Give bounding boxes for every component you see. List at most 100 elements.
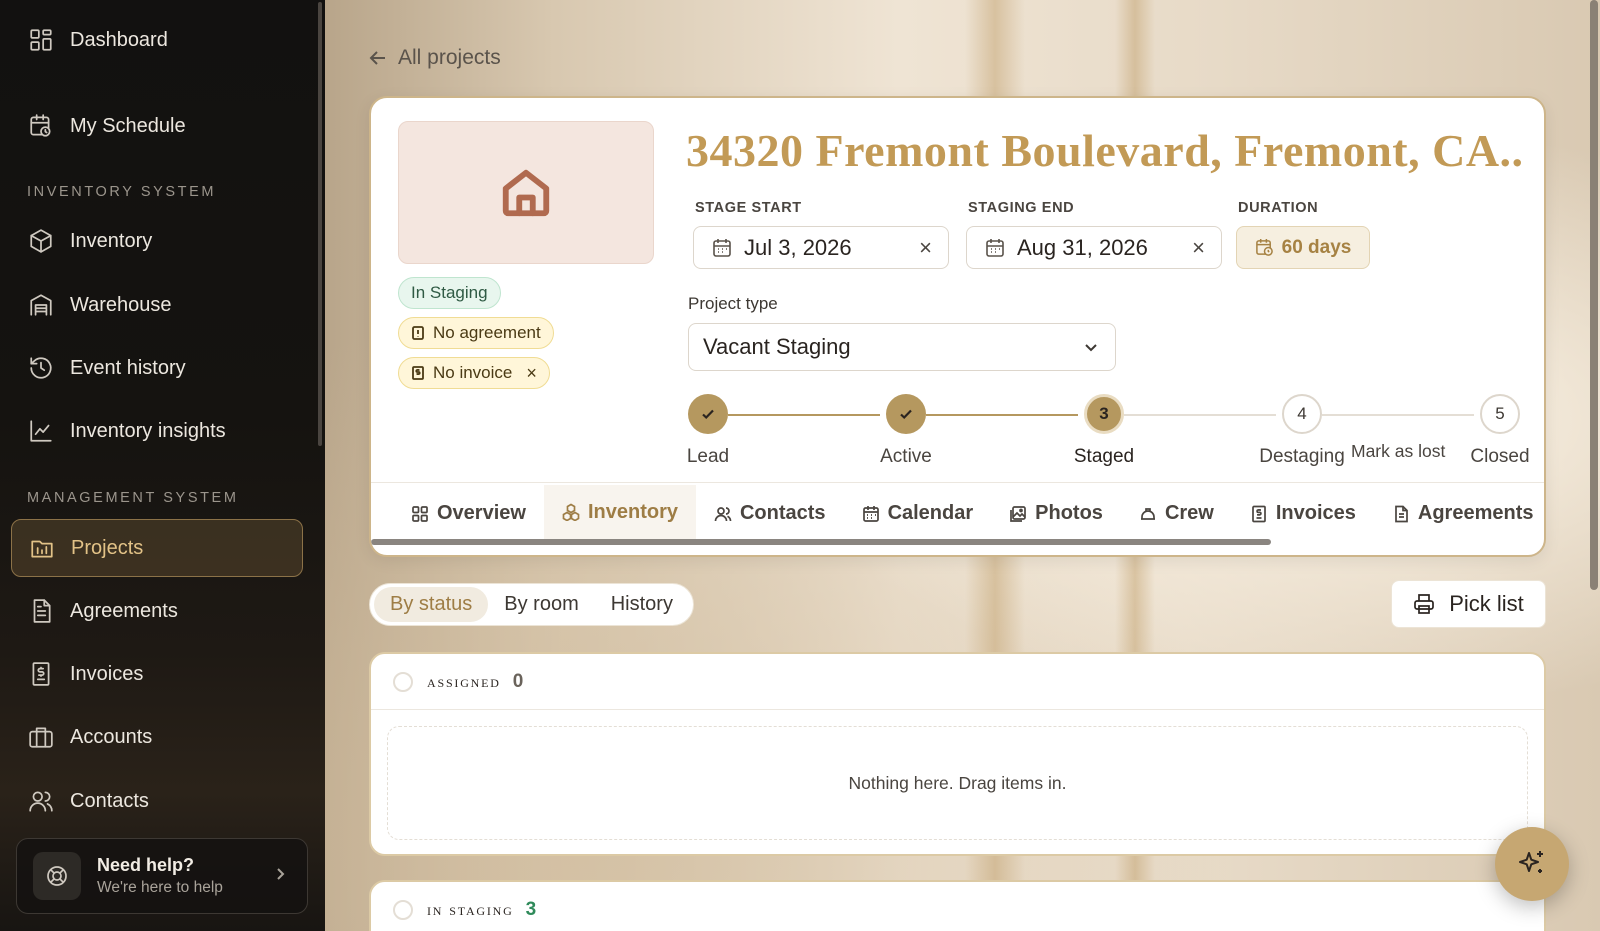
step-label-staged: Staged	[1073, 446, 1135, 467]
check-icon	[900, 409, 912, 420]
home-icon	[502, 169, 550, 216]
pick-list-label: Pick list	[1449, 591, 1524, 616]
group-count: 0	[512, 670, 524, 692]
view-toggle: By status By room History	[369, 583, 694, 626]
arrow-left-icon	[369, 51, 385, 65]
section-heading-management: MANAGEMENT SYSTEM	[27, 490, 239, 506]
tab-crew[interactable]: Crew	[1121, 485, 1232, 543]
tab-label: Inventory	[587, 500, 678, 523]
dismiss-invoice-badge-icon[interactable]: ×	[526, 363, 537, 384]
staging-end-label: STAGING END	[968, 200, 1075, 216]
calendar-clock-icon	[1255, 238, 1273, 256]
sidebar-item-event-history[interactable]: Event history	[11, 339, 303, 397]
help-title: Need help?	[97, 855, 195, 875]
project-type-select[interactable]: Vacant Staging	[688, 323, 1116, 371]
tab-label: Overview	[437, 502, 526, 524]
page-scrollbar[interactable]	[1590, 0, 1598, 590]
stage-start-label: STAGE START	[695, 200, 802, 216]
group-name: Assigned	[427, 671, 501, 691]
view-option-history[interactable]: History	[595, 587, 689, 622]
sidebar-item-label: Event history	[70, 356, 186, 379]
sidebar-item-inventory-insights[interactable]: Inventory insights	[11, 402, 303, 460]
back-link-label: All projects	[398, 46, 501, 69]
sidebar-item-label: Accounts	[70, 725, 153, 748]
tab-label: Calendar	[887, 502, 974, 524]
tabs-scrollbar[interactable]	[371, 539, 1271, 545]
calendar-icon	[986, 238, 1004, 257]
invoice-icon	[32, 662, 50, 686]
tab-invoices[interactable]: Invoices	[1232, 485, 1374, 543]
tab-photos[interactable]: Photos	[991, 485, 1121, 543]
step-destaging[interactable]: 4	[1282, 394, 1322, 434]
mark-as-lost-button[interactable]: Mark as lost	[1351, 441, 1445, 462]
sidebar-scrollbar[interactable]	[318, 2, 322, 446]
project-thumbnail[interactable]	[398, 121, 654, 264]
drop-zone[interactable]: Nothing here. Drag items in.	[387, 726, 1528, 840]
warehouse-icon	[30, 294, 52, 316]
tab-overview[interactable]: Overview	[371, 485, 544, 543]
step-connector	[728, 414, 880, 416]
invoice-icon	[412, 366, 424, 380]
chevron-down-icon	[1085, 344, 1097, 352]
sidebar-item-contacts[interactable]: Contacts	[11, 772, 303, 830]
back-to-all-projects-link[interactable]: All projects	[368, 46, 501, 70]
chevron-right-icon	[277, 868, 285, 880]
sidebar: Dashboard My Schedule INVENTORY SYSTEM I…	[0, 0, 325, 931]
status-group-in-staging: In staging 3	[369, 880, 1546, 931]
help-card[interactable]: Need help? We're here to help	[16, 838, 308, 914]
boxes-icon	[562, 503, 580, 521]
tab-inventory[interactable]: Inventory	[543, 484, 696, 543]
group-count: 3	[525, 899, 537, 920]
step-staged[interactable]: 3	[1084, 394, 1124, 434]
group-name: In staging	[427, 900, 514, 919]
sidebar-item-invoices[interactable]: Invoices	[11, 645, 303, 703]
sidebar-item-agreements[interactable]: Agreements	[11, 582, 303, 640]
document-icon	[33, 599, 51, 623]
sidebar-item-label: Contacts	[70, 789, 149, 812]
staging-end-date-input[interactable]: Aug 31, 2026 ×	[966, 226, 1222, 269]
group-header[interactable]: Assigned 0	[371, 654, 1544, 710]
no-invoice-badge[interactable]: No invoice ×	[398, 357, 550, 389]
sidebar-item-accounts[interactable]: Accounts	[11, 708, 303, 766]
step-label-active: Active	[880, 446, 932, 467]
no-agreement-badge[interactable]: No agreement	[398, 317, 554, 349]
clear-staging-end-icon[interactable]: ×	[1192, 235, 1205, 261]
tab-calendar[interactable]: Calendar	[844, 485, 992, 543]
box-icon	[30, 229, 52, 253]
sidebar-item-label: Warehouse	[70, 293, 172, 316]
sidebar-item-dashboard[interactable]: Dashboard	[11, 11, 303, 69]
group-select-checkbox[interactable]	[393, 900, 413, 920]
project-header-card: In Staging No agreement No invoice × 343…	[369, 96, 1546, 557]
project-type-value: Vacant Staging	[703, 334, 851, 359]
view-option-by-status[interactable]: By status	[374, 587, 489, 622]
tab-label: Contacts	[739, 502, 826, 524]
sidebar-item-inventory[interactable]: Inventory	[11, 212, 303, 270]
calendar-icon	[862, 505, 879, 522]
clear-stage-start-icon[interactable]: ×	[919, 235, 932, 261]
group-header[interactable]: In staging 3	[371, 882, 1544, 931]
sidebar-item-label: Invoices	[70, 662, 144, 685]
sidebar-item-projects[interactable]: Projects	[11, 519, 303, 577]
ai-assistant-button[interactable]	[1495, 827, 1569, 901]
group-select-checkbox[interactable]	[393, 671, 413, 692]
tab-label: Crew	[1164, 502, 1214, 524]
sidebar-item-warehouse[interactable]: Warehouse	[11, 276, 303, 334]
step-closed[interactable]: 5	[1480, 394, 1520, 434]
pick-list-button[interactable]: Pick list	[1391, 580, 1546, 628]
view-option-by-room[interactable]: By room	[488, 587, 594, 622]
stage-start-date-input[interactable]: Jul 3, 2026 ×	[693, 226, 949, 269]
tab-contacts[interactable]: Contacts	[696, 485, 844, 543]
step-lead[interactable]	[688, 394, 728, 434]
no-agreement-label: No agreement	[433, 323, 541, 342]
duration-label: DURATION	[1238, 200, 1319, 216]
users-icon	[714, 506, 732, 521]
hardhat-icon	[1140, 507, 1155, 520]
step-active[interactable]	[886, 394, 926, 434]
photos-icon	[1010, 505, 1027, 522]
project-type-label: Project type	[688, 294, 778, 313]
status-badge: In Staging	[398, 277, 501, 309]
sidebar-item-my-schedule[interactable]: My Schedule	[11, 97, 303, 155]
tab-agreements[interactable]: Agreements	[1374, 485, 1544, 543]
grid-icon	[412, 505, 428, 522]
calendar-icon	[713, 238, 731, 257]
